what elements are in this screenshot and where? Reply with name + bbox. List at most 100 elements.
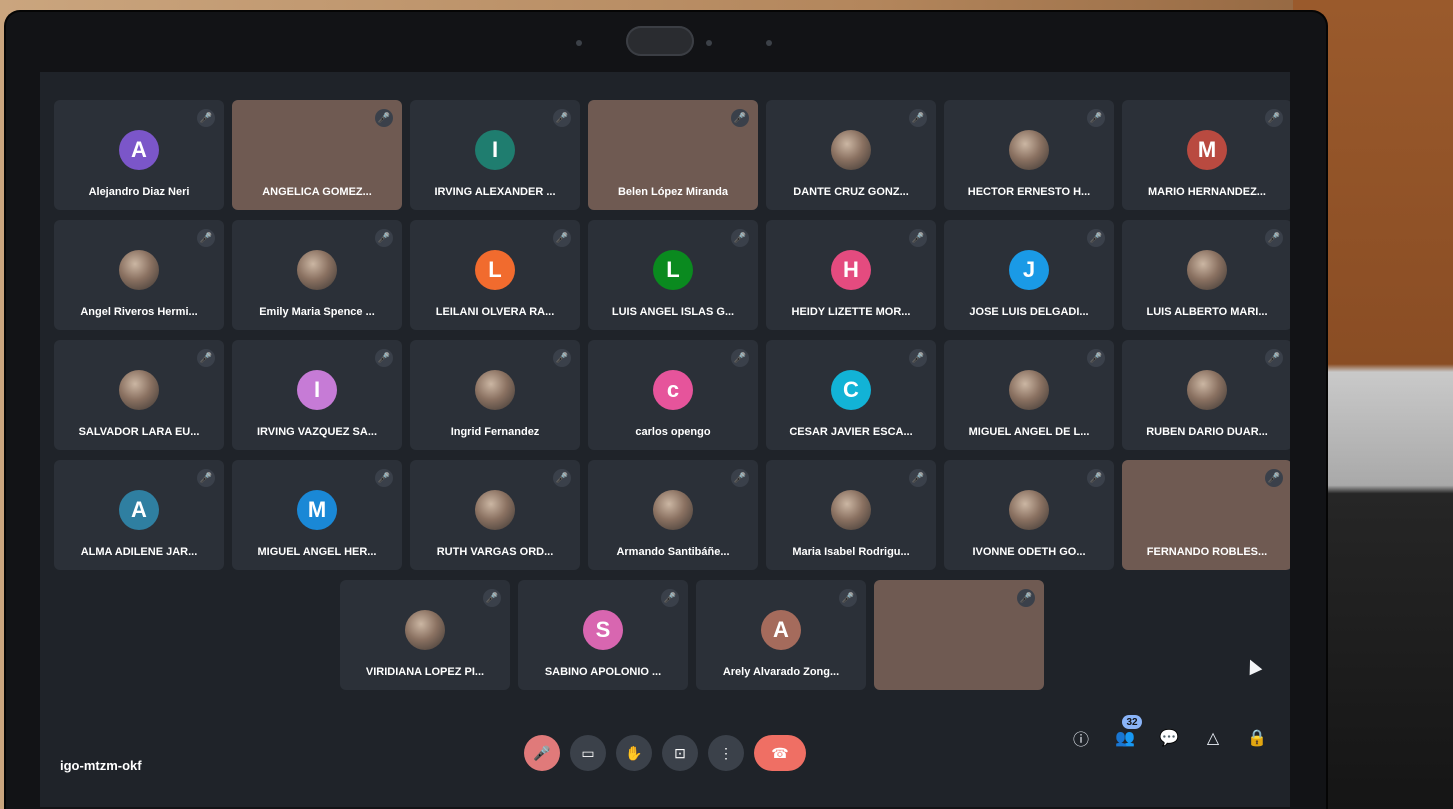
participant-name: Alejandro Diaz Neri bbox=[88, 186, 190, 198]
participant-name: Ingrid Fernandez bbox=[450, 426, 540, 438]
mic-muted-icon: 🎤 bbox=[1017, 589, 1035, 607]
participant-tile[interactable]: 🎤 SALVADOR LARA EU... bbox=[54, 340, 224, 450]
avatar-photo bbox=[119, 250, 159, 290]
participant-name: Belen López Miranda bbox=[617, 186, 729, 198]
camera-icon[interactable]: ▭ bbox=[570, 735, 606, 771]
participant-tile[interactable]: C 🎤 CESAR JAVIER ESCA... bbox=[766, 340, 936, 450]
participant-tile[interactable]: M 🎤 MARIO HERNANDEZ... bbox=[1122, 100, 1290, 210]
mic-muted-icon: 🎤 bbox=[197, 229, 215, 247]
mic-muted-icon: 🎤 bbox=[375, 229, 393, 247]
hangup-icon[interactable]: ☎ bbox=[754, 735, 806, 771]
participant-tile[interactable]: S 🎤 SABINO APOLONIO ... bbox=[518, 580, 688, 690]
participant-tile[interactable]: I 🎤 IRVING VAZQUEZ SA... bbox=[232, 340, 402, 450]
avatar-photo bbox=[1009, 130, 1049, 170]
participant-name: SABINO APOLONIO ... bbox=[544, 666, 662, 678]
avatar-initial: C bbox=[831, 370, 871, 410]
mic-muted-icon: 🎤 bbox=[909, 109, 927, 127]
info-icon[interactable]: ⓘ bbox=[1068, 725, 1094, 751]
participant-count-badge: 32 bbox=[1122, 715, 1142, 729]
participant-name: LEILANI OLVERA RA... bbox=[435, 306, 555, 318]
participant-tile[interactable]: M 🎤 MIGUEL ANGEL HER... bbox=[232, 460, 402, 570]
participant-tile[interactable]: A 🎤 Arely Alvarado Zong... bbox=[696, 580, 866, 690]
participant-tile[interactable]: 🎤 RUBEN DARIO DUAR... bbox=[1122, 340, 1290, 450]
participant-name: Armando Santibáñe... bbox=[616, 546, 730, 558]
mic-muted-icon: 🎤 bbox=[375, 109, 393, 127]
avatar-photo bbox=[831, 490, 871, 530]
avatar-photo bbox=[405, 610, 445, 650]
participant-name: ALMA ADILENE JAR... bbox=[80, 546, 198, 558]
participant-name: JOSE LUIS DELGADI... bbox=[969, 306, 1089, 318]
participant-tile[interactable]: I 🎤 IRVING ALEXANDER ... bbox=[410, 100, 580, 210]
participant-tile[interactable]: 🎤 DANTE CRUZ GONZ... bbox=[766, 100, 936, 210]
mic-muted-icon: 🎤 bbox=[553, 469, 571, 487]
people-icon[interactable]: 👥 32 bbox=[1112, 715, 1142, 751]
mic-muted-icon: 🎤 bbox=[483, 589, 501, 607]
participant-tile[interactable]: J 🎤 JOSE LUIS DELGADI... bbox=[944, 220, 1114, 330]
mic-muted-icon: 🎤 bbox=[1087, 469, 1105, 487]
participant-tile[interactable]: 🎤 Emily Maria Spence ... bbox=[232, 220, 402, 330]
mic-muted-icon: 🎤 bbox=[197, 469, 215, 487]
participant-tile[interactable]: 🎤 Maria Isabel Rodrigu... bbox=[766, 460, 936, 570]
right-panel-icons: ⓘ 👥 32 💬 △ 🔒 bbox=[1068, 715, 1270, 751]
participant-tile[interactable]: L 🎤 LEILANI OLVERA RA... bbox=[410, 220, 580, 330]
participant-name: IRVING ALEXANDER ... bbox=[434, 186, 556, 198]
participant-tile[interactable]: 🎤 IVONNE ODETH GO... bbox=[944, 460, 1114, 570]
participant-tile[interactable]: 🎤 Ingrid Fernandez bbox=[410, 340, 580, 450]
mic-off-icon[interactable]: 🎤 bbox=[524, 735, 560, 771]
participant-tile[interactable]: 🎤 LUIS ALBERTO MARI... bbox=[1122, 220, 1290, 330]
participant-tile[interactable]: H 🎤 HEIDY LIZETTE MOR... bbox=[766, 220, 936, 330]
mic-muted-icon: 🎤 bbox=[909, 229, 927, 247]
avatar-initial: S bbox=[583, 610, 623, 650]
chat-icon[interactable]: 💬 bbox=[1156, 725, 1182, 751]
avatar-initial: A bbox=[119, 490, 159, 530]
mic-muted-icon: 🎤 bbox=[1087, 109, 1105, 127]
mic-muted-icon: 🎤 bbox=[375, 469, 393, 487]
participant-tile[interactable]: A 🎤 ALMA ADILENE JAR... bbox=[54, 460, 224, 570]
present-screen-icon[interactable]: ⊡ bbox=[662, 735, 698, 771]
mic-muted-icon: 🎤 bbox=[553, 349, 571, 367]
participant-tile[interactable]: 🎤 ANGELICA GOMEZ... bbox=[232, 100, 402, 210]
mic-muted-icon: 🎤 bbox=[731, 349, 749, 367]
avatar-initial: L bbox=[475, 250, 515, 290]
laptop-dot bbox=[766, 40, 772, 46]
participant-tile[interactable]: 🎤 VIRIDIANA LOPEZ PI... bbox=[340, 580, 510, 690]
avatar-initial: A bbox=[761, 610, 801, 650]
activities-icon[interactable]: △ bbox=[1200, 725, 1226, 751]
participant-name: SALVADOR LARA EU... bbox=[78, 426, 200, 438]
participant-tile[interactable]: 🎤 HECTOR ERNESTO H... bbox=[944, 100, 1114, 210]
participant-name: MARIO HERNANDEZ... bbox=[1148, 186, 1266, 198]
participant-name: Emily Maria Spence ... bbox=[259, 306, 375, 318]
participant-name: CESAR JAVIER ESCA... bbox=[789, 426, 913, 438]
participant-tile[interactable]: 🎤 bbox=[874, 580, 1044, 690]
participant-name: MIGUEL ANGEL HER... bbox=[257, 546, 377, 558]
avatar-initial: H bbox=[831, 250, 871, 290]
meet-screen: A 🎤 Alejandro Diaz Neri 🎤 ANGELICA GOMEZ... I… bbox=[40, 72, 1290, 807]
participant-name: LUIS ALBERTO MARI... bbox=[1146, 306, 1268, 318]
avatar-initial: L bbox=[653, 250, 693, 290]
participant-tile[interactable]: A 🎤 Alejandro Diaz Neri bbox=[54, 100, 224, 210]
participant-tile[interactable]: 🎤 Armando Santibáñe... bbox=[588, 460, 758, 570]
participant-name: Maria Isabel Rodrigu... bbox=[792, 546, 910, 558]
participant-name: IRVING VAZQUEZ SA... bbox=[257, 426, 377, 438]
participant-tile[interactable]: c 🎤 carlos opengo bbox=[588, 340, 758, 450]
lock-icon[interactable]: 🔒 bbox=[1244, 725, 1270, 751]
mic-muted-icon: 🎤 bbox=[661, 589, 679, 607]
participant-name: DANTE CRUZ GONZ... bbox=[793, 186, 909, 198]
participant-tile[interactable]: 🎤 Belen López Miranda bbox=[588, 100, 758, 210]
participant-tile[interactable]: 🎤 RUTH VARGAS ORD... bbox=[410, 460, 580, 570]
raise-hand-icon[interactable]: ✋ bbox=[616, 735, 652, 771]
mic-muted-icon: 🎤 bbox=[909, 349, 927, 367]
more-options-icon[interactable]: ⋮ bbox=[708, 735, 744, 771]
avatar-photo bbox=[1187, 370, 1227, 410]
participant-tile[interactable]: 🎤 MIGUEL ANGEL DE L... bbox=[944, 340, 1114, 450]
mic-muted-icon: 🎤 bbox=[1265, 109, 1283, 127]
participant-tile[interactable]: 🎤 Angel Riveros Hermi... bbox=[54, 220, 224, 330]
avatar-photo bbox=[1009, 490, 1049, 530]
participant-tile[interactable]: 🎤 FERNANDO ROBLES... bbox=[1122, 460, 1290, 570]
participant-name: Angel Riveros Hermi... bbox=[80, 306, 198, 318]
mic-muted-icon: 🎤 bbox=[197, 349, 215, 367]
avatar-photo bbox=[1009, 370, 1049, 410]
participant-tile[interactable]: L 🎤 LUIS ANGEL ISLAS G... bbox=[588, 220, 758, 330]
participant-name: carlos opengo bbox=[635, 426, 711, 438]
avatar-photo bbox=[653, 490, 693, 530]
